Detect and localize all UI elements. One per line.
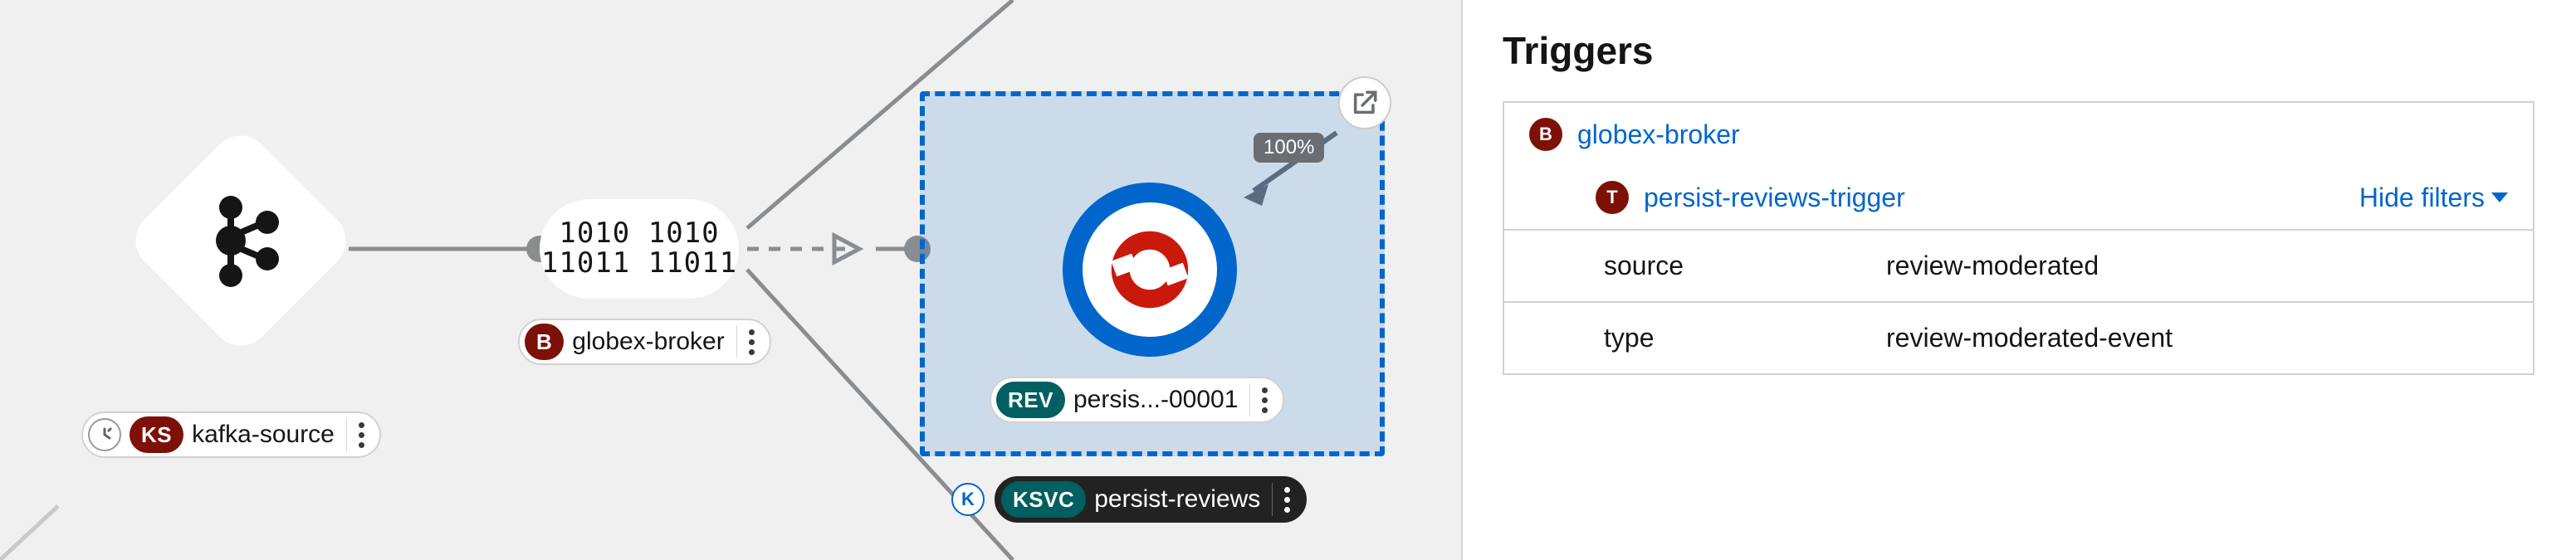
kebab-icon[interactable]: [1249, 383, 1274, 416]
badge-ksvc: KSVC: [1001, 481, 1086, 518]
ksvc-label: persist-reviews: [1094, 485, 1260, 514]
hide-filters-toggle[interactable]: Hide filters: [2359, 183, 2508, 213]
trigger-link[interactable]: persist-reviews-trigger: [1644, 183, 1905, 213]
kafka-source-pill[interactable]: KS kafka-source: [81, 411, 381, 458]
filter-value: review-moderated-event: [1861, 302, 2533, 373]
broker-pill[interactable]: B globex-broker: [518, 319, 771, 365]
triggers-box: B globex-broker T persist-reviews-trigge…: [1503, 101, 2534, 375]
node-broker[interactable]: 1010 1010 11011 11011: [540, 199, 739, 299]
details-panel: Triggers B globex-broker T persist-revie…: [1461, 0, 2576, 560]
hide-filters-label: Hide filters: [2359, 183, 2485, 213]
broker-glyph-2: 11011 11011: [541, 249, 737, 279]
badge-ks: KS: [130, 416, 183, 453]
topology-canvas[interactable]: KS kafka-source 1010 1010 11011 11011 B …: [0, 0, 1461, 560]
kafka-diamond: [124, 124, 359, 358]
filters-table: source review-moderated type review-mode…: [1504, 229, 2533, 373]
external-link-icon: [1351, 89, 1379, 117]
broker-label: globex-broker: [572, 328, 724, 356]
deployment-ring[interactable]: [1063, 183, 1237, 357]
table-row: source review-moderated: [1504, 230, 2533, 302]
badge-b: B: [525, 324, 564, 360]
badge-rev: REV: [996, 382, 1065, 418]
openshift-icon: [1094, 214, 1205, 325]
filter-key: type: [1504, 302, 1861, 373]
badge-t-mini: T: [1596, 181, 1629, 214]
kebab-icon[interactable]: [346, 418, 371, 451]
kebab-icon[interactable]: [1272, 483, 1297, 516]
revision-label: persis...-00001: [1073, 386, 1238, 414]
clock-icon: [88, 418, 121, 451]
open-url-button[interactable]: [1338, 76, 1391, 129]
traffic-percent: 100%: [1254, 133, 1324, 163]
broker-row[interactable]: B globex-broker: [1504, 103, 2533, 166]
revision-pill[interactable]: REV persis...-00001: [990, 377, 1284, 423]
broker-glyph: 1010 1010: [559, 219, 719, 249]
filter-value: review-moderated: [1861, 230, 2533, 302]
panel-divider: [1461, 0, 1463, 560]
kebab-icon[interactable]: [736, 325, 761, 358]
trigger-row[interactable]: T persist-reviews-trigger Hide filters: [1504, 166, 2533, 229]
table-row: type review-moderated-event: [1504, 302, 2533, 373]
badge-b-mini: B: [1529, 118, 1562, 151]
panel-title: Triggers: [1503, 28, 2534, 73]
broker-link[interactable]: globex-broker: [1577, 119, 1740, 150]
kafka-source-label: kafka-source: [192, 421, 335, 449]
chevron-down-icon: [2491, 192, 2508, 202]
filter-key: source: [1504, 230, 1861, 302]
ksvc-pill[interactable]: KSVC persist-reviews: [995, 476, 1307, 523]
kafka-icon: [158, 158, 324, 324]
knative-dot[interactable]: K: [951, 483, 985, 516]
